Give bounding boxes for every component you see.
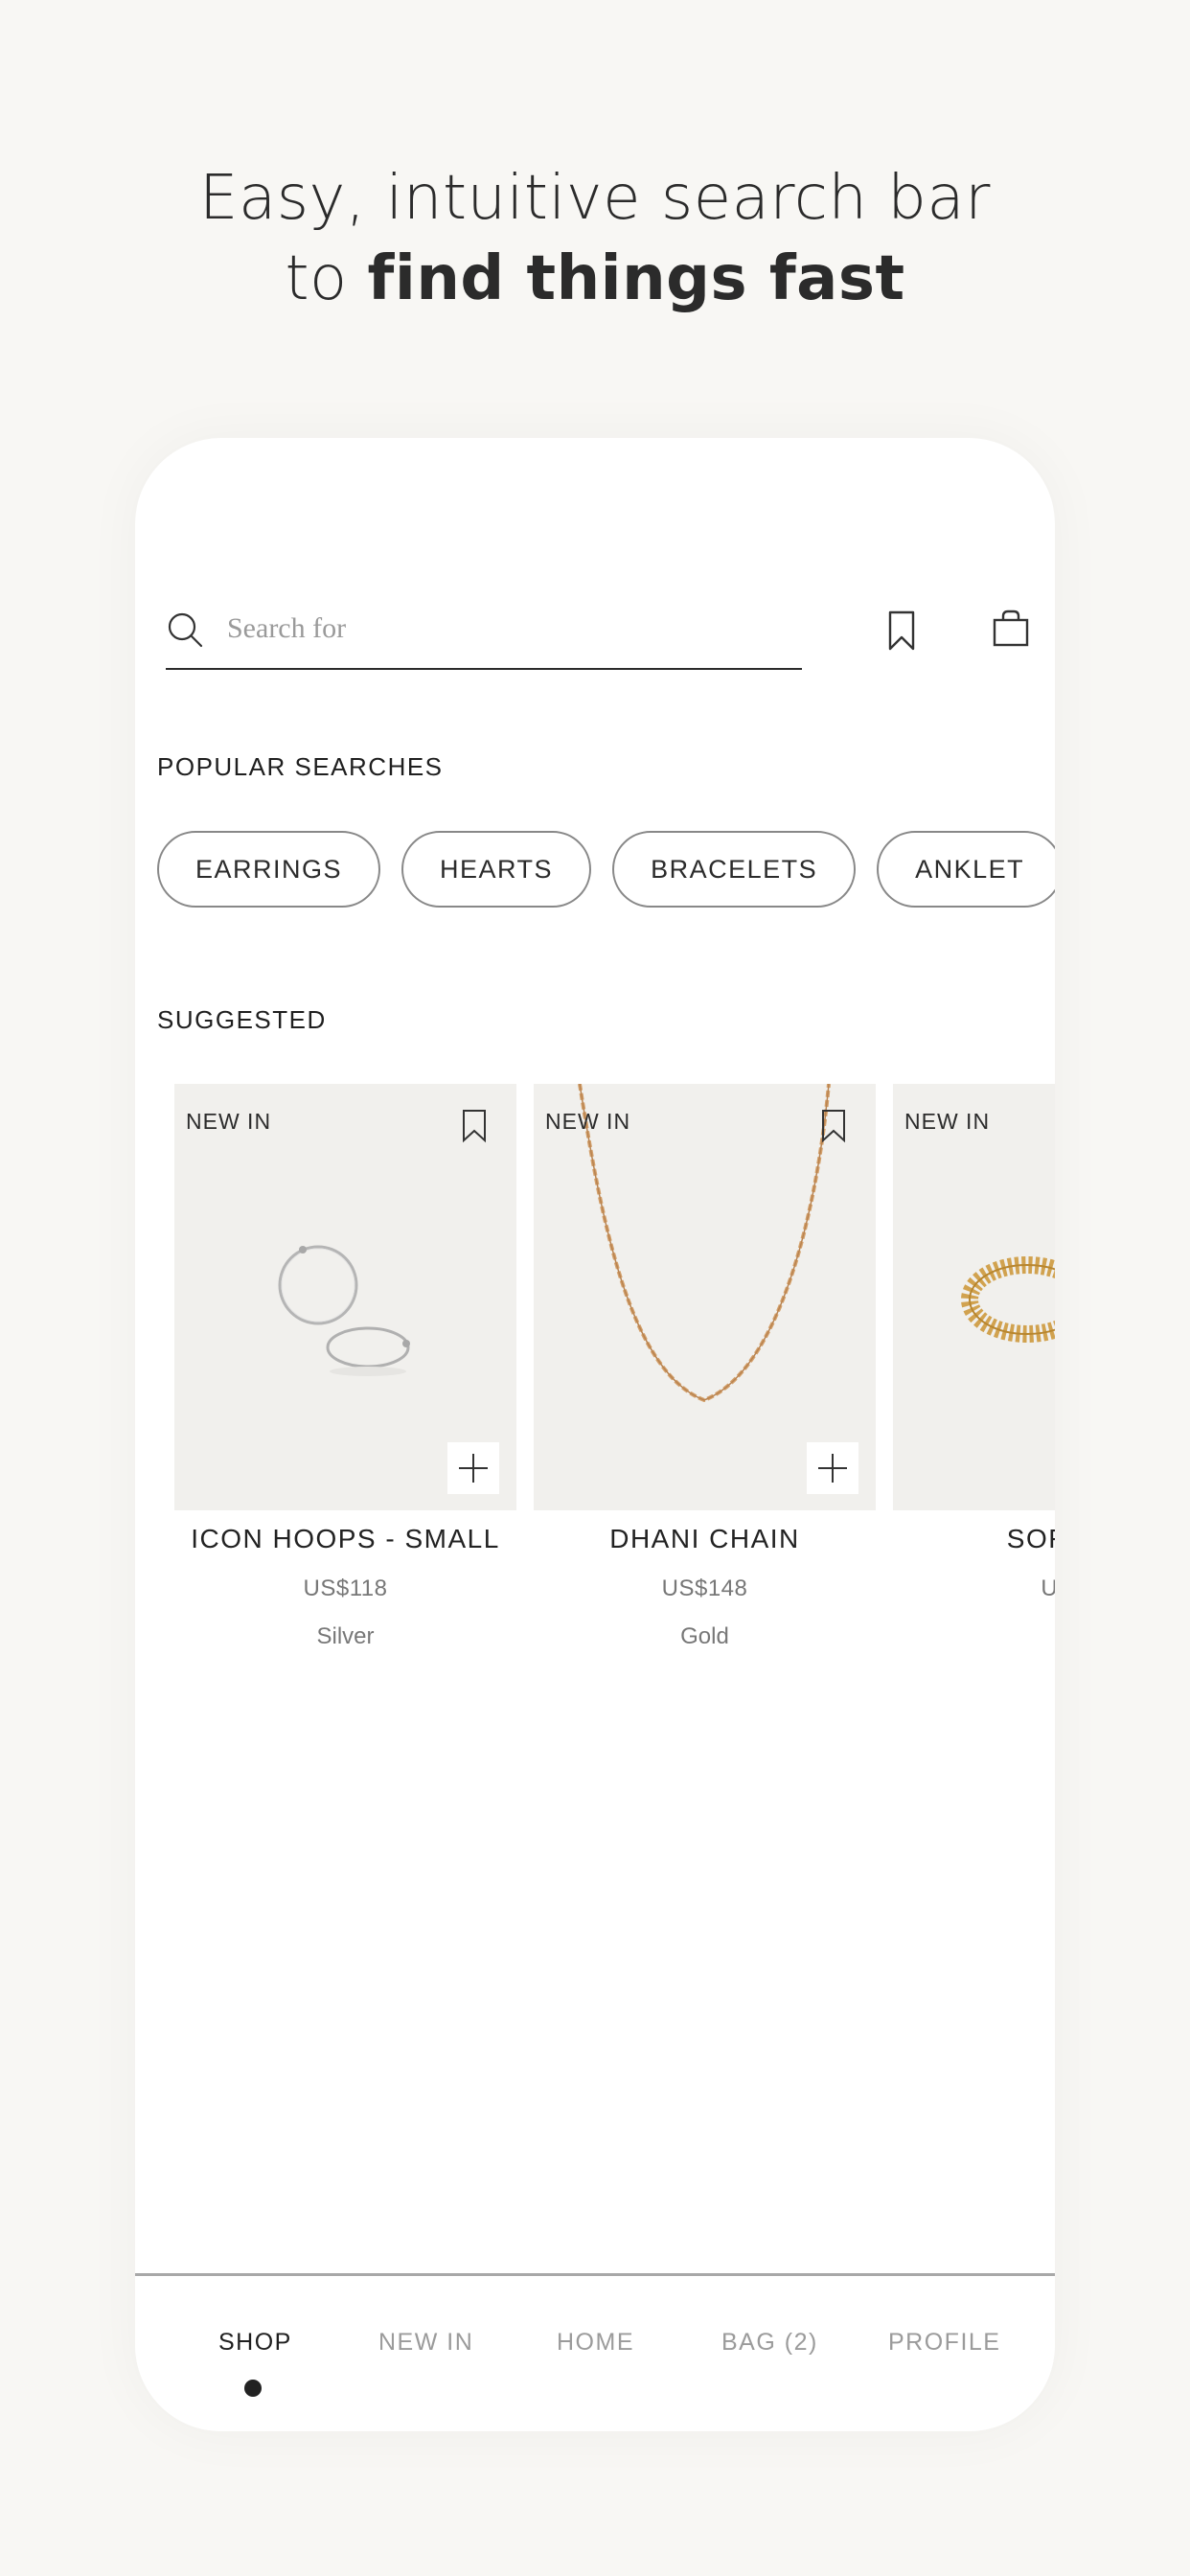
product-price: US$148 [661,1576,748,1601]
product-price: US$ [1041,1576,1055,1601]
product-price: US$118 [303,1576,388,1601]
product-name[interactable]: ICON HOOPS - SMALL [174,1524,516,1554]
product-name[interactable]: DHANI CHAIN [534,1524,876,1554]
product-image[interactable]: NEW IN [174,1084,516,1510]
bookmark-icon[interactable] [460,1109,489,1143]
suggested-title: SUGGESTED [157,1005,327,1034]
bracelet-image [961,1256,1055,1343]
search-input[interactable] [225,607,785,651]
product-image[interactable]: NEW IN [534,1084,876,1510]
product-card[interactable]: NEW IN SOFIA B US$ G [893,1084,1055,1650]
phone-screen: POPULAR SEARCHES EARRINGS HEARTS BRACELETS… [135,438,1055,2431]
new-in-tag: NEW IN [545,1109,631,1134]
add-to-bag-button[interactable] [447,1442,499,1494]
new-in-tag: NEW IN [186,1109,272,1134]
chip-bracelets[interactable]: BRACELETS [612,831,857,908]
product-name[interactable]: SOFIA B [893,1524,1055,1554]
suggested-products: NEW IN ICON HOOPS - SMALL US$118 Silver … [174,1084,1055,1678]
bookmark-icon[interactable] [819,1109,848,1143]
bottom-tab-bar: SHOP NEW IN HOME BAG (2) PROFILE [135,2273,1055,2431]
tab-profile[interactable]: PROFILE [888,2329,1000,2357]
headline-bold: find things fast [367,243,905,314]
headline-line-2: to find things fast [0,239,1190,319]
product-color: G [893,1623,1055,1650]
product-card[interactable]: NEW IN ICON HOOPS - SMALL US$118 Silver [174,1084,516,1650]
new-in-tag: NEW IN [904,1109,991,1134]
tab-home[interactable]: HOME [557,2329,634,2357]
product-color: Gold [680,1623,729,1649]
tab-shop[interactable]: SHOP [218,2329,292,2357]
hoop-earrings-image [278,1245,410,1376]
chip-earrings[interactable]: EARRINGS [157,831,381,908]
shopping-bag-icon[interactable] [991,609,1031,649]
popular-searches-chips: EARRINGS HEARTS BRACELETS ANKLET [157,831,1055,909]
product-image[interactable]: NEW IN [893,1084,1055,1510]
plus-icon [818,1454,847,1483]
chip-anklet[interactable]: ANKLET [877,831,1055,908]
tab-new-in[interactable]: NEW IN [378,2329,473,2357]
tab-bag[interactable]: BAG (2) [721,2329,818,2357]
headline-prefix: to [285,243,368,314]
product-color: Silver [316,1623,375,1649]
headline: Easy, intuitive search bar to find thing… [0,158,1190,319]
active-tab-indicator [244,2380,262,2397]
headline-line-1: Easy, intuitive search bar [199,163,991,234]
product-card[interactable]: NEW IN DHANI CHAIN US$148 Gold [534,1084,876,1650]
search-row [166,591,1031,678]
chip-hearts[interactable]: HEARTS [401,831,592,908]
bookmark-icon[interactable] [882,609,921,653]
search-icon [168,612,203,648]
search-field[interactable] [166,591,802,670]
plus-icon [459,1454,488,1483]
add-to-bag-button[interactable] [807,1442,858,1494]
popular-searches-title: POPULAR SEARCHES [157,752,444,781]
